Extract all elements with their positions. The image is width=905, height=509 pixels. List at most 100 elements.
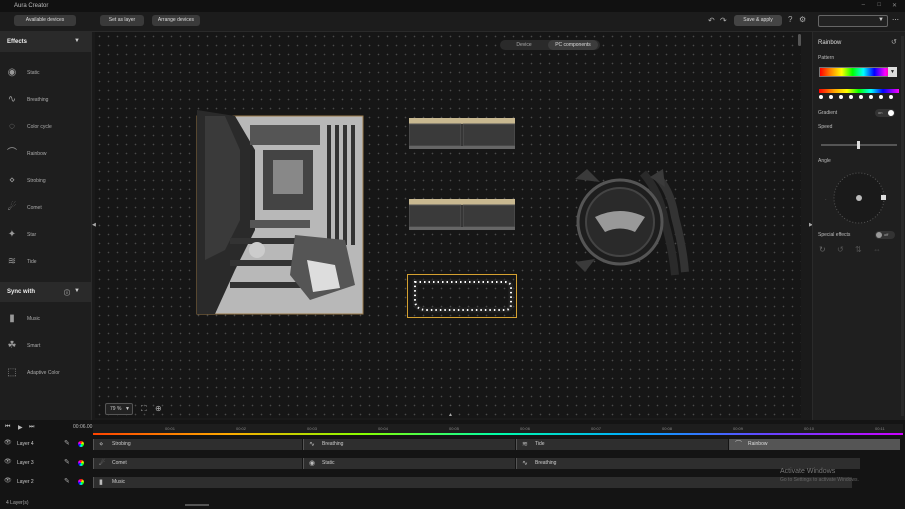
clip-label: Breathing xyxy=(322,441,344,447)
slider-knob[interactable] xyxy=(857,141,860,149)
layer-row[interactable]: 👁 Layer 2 ✎ ▮ Music xyxy=(0,475,905,490)
gear-icon[interactable]: ⚙ xyxy=(799,15,806,24)
timeline-clip[interactable]: ◉ Static xyxy=(303,458,515,469)
color-wheel-icon[interactable] xyxy=(78,479,84,485)
bounce-icon[interactable]: ↺ xyxy=(837,245,844,254)
effects-header[interactable]: Effects ▼ xyxy=(0,32,92,52)
effect-item[interactable]: ∿ Breathing xyxy=(0,87,92,113)
effect-item[interactable]: ✦ Star xyxy=(0,222,92,248)
zoom-select[interactable]: 79 % ▼ xyxy=(105,403,133,415)
layer-name: Layer 4 xyxy=(17,441,34,447)
angle-dial[interactable]: - xyxy=(823,168,895,228)
timeline-clip[interactable]: ⋄ Strobing xyxy=(93,439,302,450)
effect-item[interactable]: ◉ Static xyxy=(0,60,92,86)
redo-icon[interactable]: ↷ xyxy=(720,16,727,25)
help-icon[interactable]: ? xyxy=(788,15,792,24)
undo-icon[interactable]: ↶ xyxy=(708,16,715,25)
timeline-clip[interactable]: ⌒ Rainbow xyxy=(729,439,900,450)
strobing-icon: ⋄ xyxy=(8,175,16,186)
eye-icon[interactable]: 👁 xyxy=(4,439,12,446)
center-icon[interactable]: ⊕ xyxy=(155,404,162,413)
next-frame-icon[interactable]: ⏭ xyxy=(29,424,34,431)
save-apply-button[interactable]: Save & apply xyxy=(734,15,782,26)
prev-frame-icon[interactable]: ⏮ xyxy=(5,424,10,431)
play-icon[interactable]: ▶ xyxy=(18,424,23,431)
speed-slider[interactable] xyxy=(821,141,897,149)
motherboard-device[interactable] xyxy=(195,110,365,316)
clip-label: Tide xyxy=(535,441,545,447)
cooler-device[interactable] xyxy=(565,167,695,279)
sync-item[interactable]: ⬚ Adaptive Color xyxy=(0,360,92,386)
music-icon: ▮ xyxy=(99,479,103,486)
effect-settings-panel: Rainbow ↺ Pattern ▼ Gradient on Speed An… xyxy=(812,32,905,420)
led-strip-device[interactable] xyxy=(407,274,517,318)
timeline-clip[interactable]: ▮ Music xyxy=(93,477,852,488)
tab-pc-components[interactable]: PC components xyxy=(548,40,598,50)
arrange-devices-button[interactable]: Arrange devices xyxy=(152,15,200,26)
effect-item[interactable]: ⌒ Rainbow xyxy=(0,141,92,167)
sync-header[interactable]: Sync with ⓘ ▼ xyxy=(0,282,92,302)
edit-icon[interactable]: ✎ xyxy=(64,458,70,466)
close-icon[interactable]: ✕ xyxy=(892,2,897,9)
sync-label: Smart xyxy=(27,343,41,349)
title-bar: Aura Creator – □ ✕ xyxy=(0,0,905,12)
available-devices-button[interactable]: Available devices xyxy=(14,15,76,26)
rotate-icon[interactable]: ↻ xyxy=(819,245,826,254)
eye-icon[interactable]: 👁 xyxy=(4,458,12,465)
special-effects-label: Special effects xyxy=(818,232,851,238)
watermark-title: Activate Windows xyxy=(780,468,836,475)
more-icon[interactable]: ⋯ xyxy=(892,16,899,24)
time-tick: 00:02 xyxy=(236,426,247,431)
ram-device[interactable] xyxy=(409,116,515,150)
collapse-timeline-icon[interactable]: ▲ xyxy=(448,412,453,418)
fit-screen-icon[interactable]: ⛶ xyxy=(141,404,147,414)
sync-item[interactable]: ▮ Music xyxy=(0,306,92,332)
mirror-icon[interactable]: ⇔ xyxy=(873,245,881,254)
effect-item[interactable]: ☄ Comet xyxy=(0,195,92,221)
right-scrollbar[interactable] xyxy=(901,36,904,416)
info-icon[interactable]: ⓘ xyxy=(64,288,70,297)
timeline-scrollbar[interactable] xyxy=(185,504,209,506)
special-effects-toggle[interactable]: off xyxy=(875,231,895,239)
color-wheel-icon[interactable] xyxy=(78,441,84,447)
collapse-left-icon[interactable]: ◀ xyxy=(92,222,96,228)
set-as-layer-button[interactable]: Set as layer xyxy=(100,15,144,26)
flip-icon[interactable]: ⇅ xyxy=(855,245,862,254)
layer-row[interactable]: 👁 Layer 3 ✎ ☄ Comet ◉ Static ∿ Breathing xyxy=(0,456,905,471)
pattern-select[interactable]: ▼ xyxy=(819,67,897,77)
sync-item[interactable]: ☘ Smart xyxy=(0,333,92,359)
chevron-down-icon[interactable]: ▼ xyxy=(74,288,80,294)
time-ruler[interactable]: 00:01 00:02 00:03 00:04 00:05 00:06 00:07 00:08… xyxy=(93,424,903,435)
toolbar: Available devices Set as layer Arrange d… xyxy=(0,12,905,32)
minimize-icon[interactable]: – xyxy=(862,2,865,8)
effect-item[interactable]: ⋄ Strobing xyxy=(0,168,92,194)
timeline-clip[interactable]: ≋ Tide xyxy=(516,439,728,450)
clip-label: Rainbow xyxy=(748,441,768,447)
device-canvas[interactable]: Device PC components 79 % ▼ ⛶ ⊕ ▲ ◀ ▶ xyxy=(92,32,813,418)
maximize-icon[interactable]: □ xyxy=(877,2,881,8)
breathing-icon: ∿ xyxy=(522,460,528,467)
ram-device[interactable] xyxy=(409,197,515,231)
time-tick: 00:04 xyxy=(378,426,389,431)
canvas-scrollbar[interactable] xyxy=(798,34,801,46)
effect-item[interactable]: ≋ Tide xyxy=(0,249,92,275)
toggle-knob xyxy=(888,110,894,116)
tab-device[interactable]: Device xyxy=(504,40,544,50)
effect-item[interactable]: ◌ Color cycle xyxy=(0,114,92,140)
color-wheel-icon[interactable] xyxy=(78,460,84,466)
chevron-down-icon[interactable]: ▼ xyxy=(74,38,80,44)
device-select[interactable]: ▼ xyxy=(818,15,888,27)
effect-label: Tide xyxy=(27,259,37,265)
edit-icon[interactable]: ✎ xyxy=(64,439,70,447)
timeline-clip[interactable]: ∿ Breathing xyxy=(303,439,515,450)
timeline-clip[interactable]: ☄ Comet xyxy=(93,458,302,469)
layer-row[interactable]: 👁 Layer 4 ✎ ⋄ Strobing ∿ Breathing ≋ Tide ⌒ Rainbo… xyxy=(0,437,905,452)
reset-icon[interactable]: ↺ xyxy=(891,38,897,46)
eye-icon[interactable]: 👁 xyxy=(4,477,12,484)
edit-icon[interactable]: ✎ xyxy=(64,477,70,485)
pattern-label: Pattern xyxy=(818,55,835,61)
color-stops[interactable] xyxy=(817,87,901,103)
strobing-icon: ⋄ xyxy=(99,441,104,448)
effect-label: Comet xyxy=(27,205,42,211)
gradient-toggle[interactable]: on xyxy=(875,109,895,117)
